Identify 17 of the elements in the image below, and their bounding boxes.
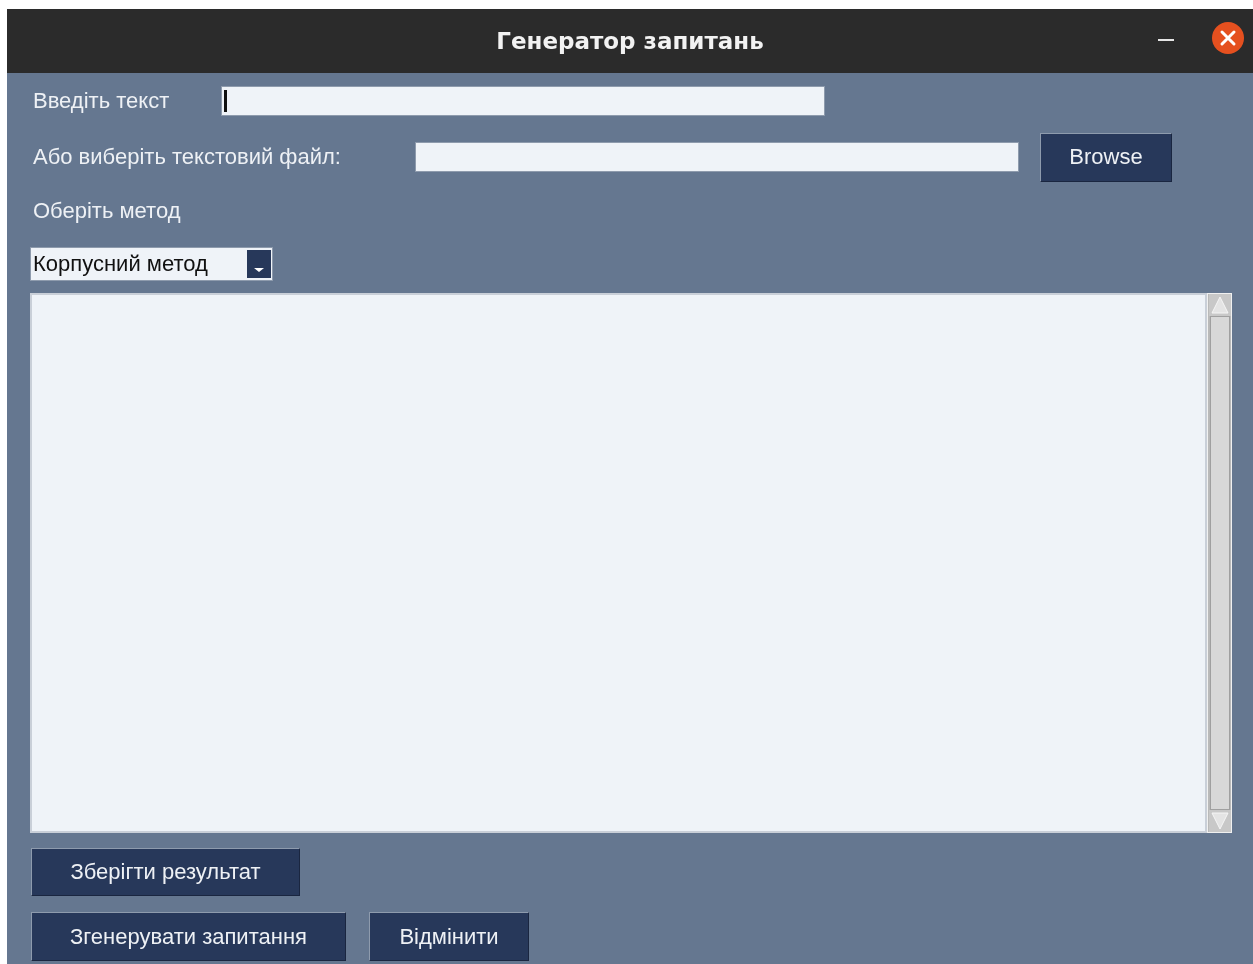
file-path-field[interactable] — [415, 142, 1019, 172]
browse-button[interactable]: Browse — [1040, 132, 1172, 182]
generate-questions-button[interactable]: Згенерувати запитання — [31, 912, 346, 961]
cancel-button[interactable]: Відмінити — [369, 912, 529, 961]
close-icon[interactable] — [1212, 22, 1244, 54]
scroll-up-icon[interactable] — [1208, 294, 1231, 316]
scroll-down-icon[interactable] — [1208, 810, 1231, 832]
text-label: Введіть текст — [33, 88, 171, 114]
file-label: Або виберіть текстовий файл: — [33, 144, 342, 170]
text-input-field[interactable] — [221, 86, 825, 116]
scrollbar[interactable] — [1207, 293, 1232, 833]
minimize-icon[interactable] — [1158, 38, 1174, 42]
scroll-thumb[interactable] — [1209, 316, 1230, 810]
method-label: Оберіть метод — [33, 198, 181, 224]
method-dropdown[interactable]: Корпусний метод — [30, 247, 273, 281]
save-result-button[interactable]: Зберігти результат — [31, 848, 300, 896]
window-title: Генератор запитань — [496, 28, 764, 54]
